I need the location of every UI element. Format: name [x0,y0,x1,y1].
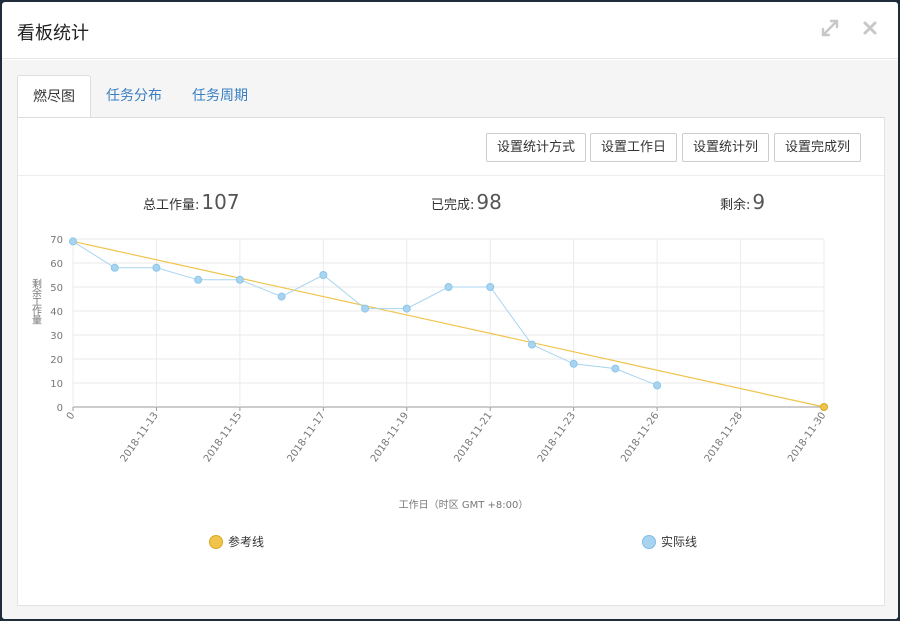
actual-legend-icon [642,534,656,549]
x-tick-group: 2018-11-13 [119,410,161,464]
dialog-header: 看板统计 [2,2,898,59]
x-tick-label: 2018-11-15 [202,410,244,464]
legend-label-actual: 实际线 [661,535,698,549]
x-tick-label: 2018-11-28 [703,410,745,464]
y-tick-label: 60 [50,259,63,270]
burndown-chart: 0 10 20 30 40 50 60 70 0 2018-11-13 2018-11-15 2018… [30,235,829,511]
tab-burndown[interactable]: 燃尽图 [17,75,91,118]
tab-task-cycle[interactable]: 任务周期 [177,75,263,117]
x-tick-label: 2018-11-17 [285,410,327,464]
x-tick-group: 2018-11-15 [202,410,244,464]
x-tick-label: 2018-11-21 [452,410,494,464]
y-tick-label: 50 [50,283,63,294]
dialog-title: 看板统计 [17,23,89,44]
expand-icon[interactable] [820,18,840,38]
x-tick-group: 2018-11-23 [536,410,578,464]
x-tick-label: 2018-11-13 [119,410,161,464]
x-tick-group: 2018-11-26 [619,410,661,464]
x-tick-group: 2018-11-28 [703,410,745,464]
dialog-body: 燃尽图 任务分布 任务周期 设置统计方式 设置工作日 设置统计列 设置完成列 总… [2,60,898,619]
actual-point [235,275,244,284]
y-axis-title: 剩余工作量 [30,277,42,324]
x-tick-label: 2018-11-30 [786,410,828,464]
y-tick-label: 20 [50,355,63,366]
close-icon[interactable] [860,18,880,38]
actual-point [444,283,453,291]
actual-point [277,292,286,301]
actual-point [527,340,536,349]
x-tick-label: 2018-11-19 [369,410,411,464]
reference-point [820,403,828,411]
burndown-panel: 设置统计方式 设置工作日 设置统计列 设置完成列 总工作量: 107 已完成: 98… [17,117,885,606]
actual-point [653,381,662,390]
actual-point [152,263,161,272]
y-tick-label: 40 [50,307,63,318]
x-tick-group: 2018-11-21 [452,410,494,464]
reference-legend-icon [209,534,223,549]
x-tick-label: 2018-11-26 [619,410,661,464]
x-tick-label: 0 [65,410,78,422]
x-tick-label: 2018-11-23 [536,410,578,464]
tab-task-distribution[interactable]: 任务分布 [91,75,177,117]
legend-item-reference[interactable]: 参考线 [209,533,264,550]
x-tick-group: 2018-11-17 [285,410,327,464]
reference-line [72,240,825,408]
legend-label-reference: 参考线 [228,535,265,549]
actual-point [402,304,411,313]
actual-point [110,263,119,272]
actual-point [611,364,620,373]
actual-point [486,283,495,291]
x-axis-title: 工作日（时区 GMT +8:00） [399,499,529,511]
y-tick-label: 0 [57,403,63,414]
tab-bar: 燃尽图 任务分布 任务周期 [17,75,263,118]
legend-item-actual[interactable]: 实际线 [642,533,697,550]
actual-point [194,275,203,284]
actual-point [69,237,77,246]
y-tick-label: 70 [50,235,63,246]
actual-point [569,359,578,368]
x-tick-group: 2018-11-30 [786,410,828,464]
kanban-stats-dialog: 看板统计 燃尽图 任务分布 任务周期 设置统计方式 设置工作日 设置统计列 设置… [2,2,898,619]
actual-point [319,271,328,279]
y-tick-label: 30 [50,331,63,342]
actual-point [361,304,370,313]
x-tick-group: 2018-11-19 [369,410,411,464]
y-tick-label: 10 [50,379,63,390]
x-tick-group: 0 [65,410,78,422]
